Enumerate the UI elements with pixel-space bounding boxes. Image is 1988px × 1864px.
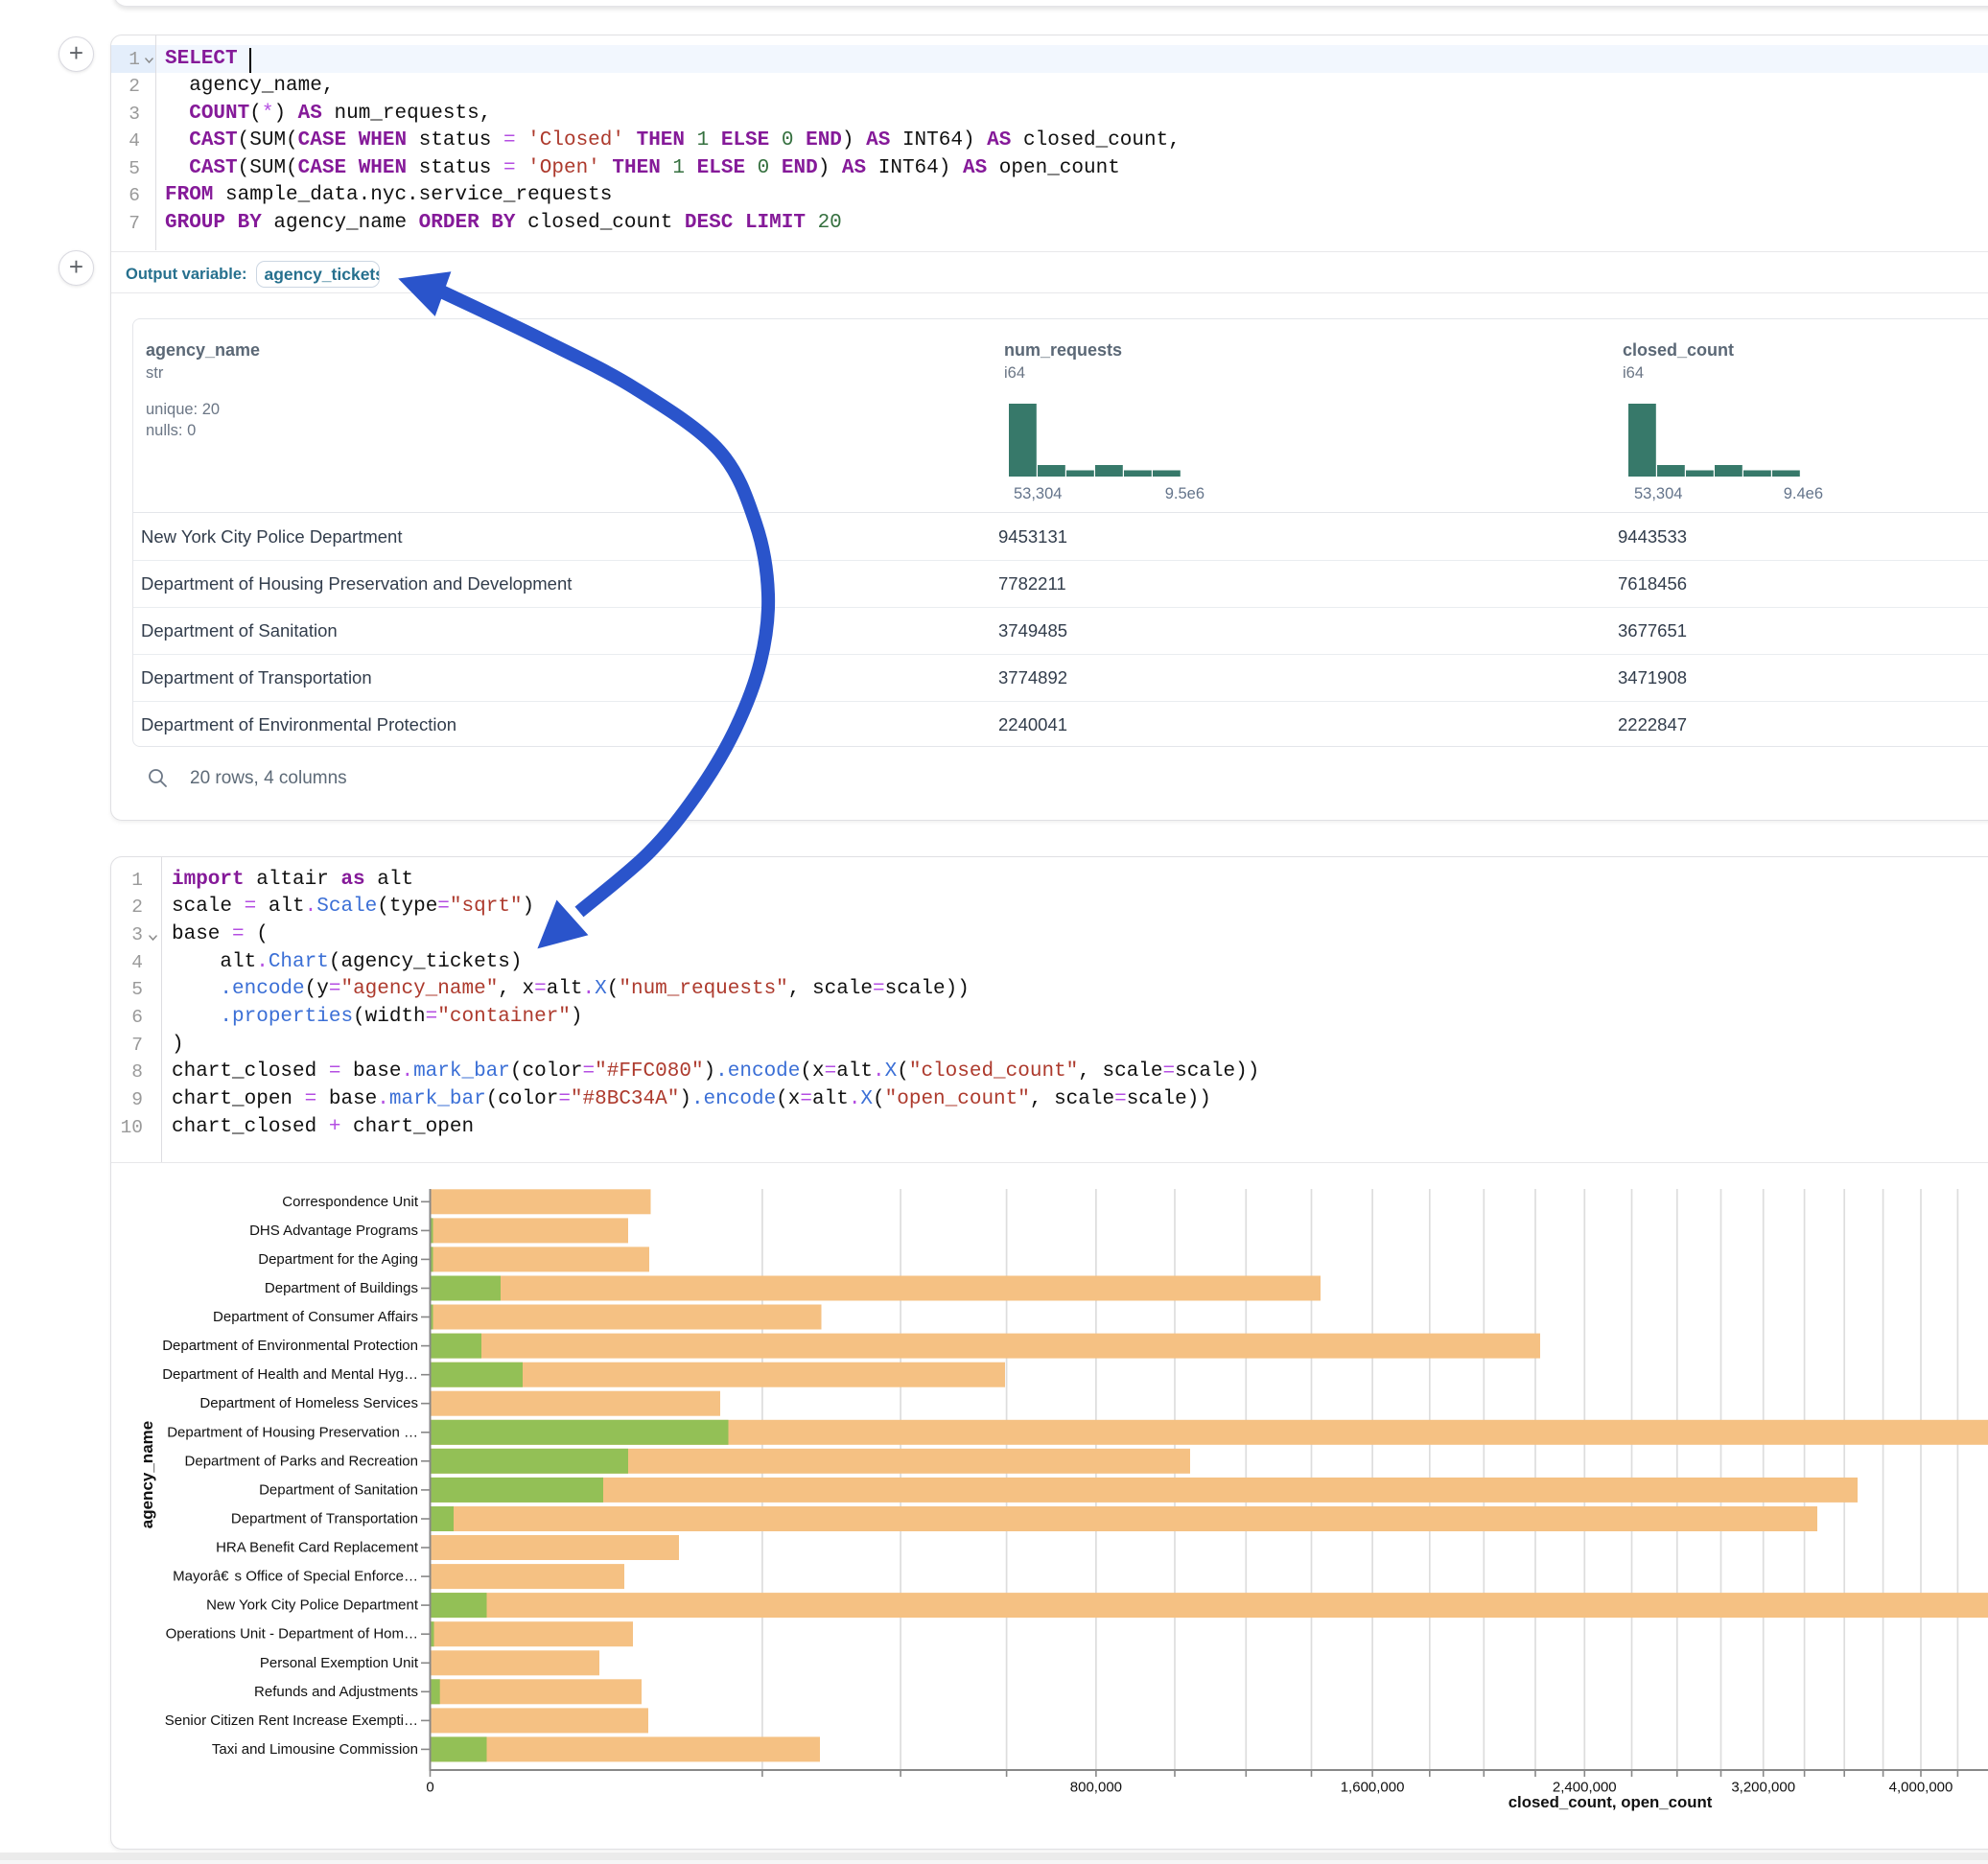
svg-text:Department of Parks and Recrea: Department of Parks and Recreation xyxy=(185,1453,418,1469)
svg-text:Department of Homeless Service: Department of Homeless Services xyxy=(199,1395,418,1411)
svg-text:Mayorâ€ s Office of Special E: Mayorâ€ s Office of Special Enforce… xyxy=(173,1569,418,1585)
svg-text:HRA Benefit Card Replacement: HRA Benefit Card Replacement xyxy=(216,1540,419,1556)
svg-text:800,000: 800,000 xyxy=(1070,1780,1122,1796)
svg-text:Department of Housing Preserva: Department of Housing Preservation … xyxy=(167,1424,418,1440)
svg-text:4,000,000: 4,000,000 xyxy=(1889,1780,1953,1796)
svg-text:agency_name: agency_name xyxy=(138,1421,156,1528)
svg-text:Correspondence Unit: Correspondence Unit xyxy=(282,1194,419,1210)
svg-text:Refunds and Adjustments: Refunds and Adjustments xyxy=(254,1684,418,1700)
svg-text:Department of Consumer Affairs: Department of Consumer Affairs xyxy=(213,1309,418,1325)
svg-text:closed_count, open_count: closed_count, open_count xyxy=(1509,1793,1713,1811)
svg-text:Senior Citizen Rent Increase E: Senior Citizen Rent Increase Exempti… xyxy=(165,1713,418,1729)
svg-text:Department for the Aging: Department for the Aging xyxy=(258,1251,418,1268)
svg-text:Department of Environmental Pr: Department of Environmental Protection xyxy=(162,1338,418,1354)
svg-text:Department of Health and Menta: Department of Health and Mental Hyg… xyxy=(162,1366,418,1383)
svg-text:Department of Sanitation: Department of Sanitation xyxy=(259,1481,418,1498)
svg-text:3,200,000: 3,200,000 xyxy=(1731,1780,1795,1796)
svg-text:Taxi and Limousine Commission: Taxi and Limousine Commission xyxy=(212,1741,418,1758)
svg-text:Department of Buildings: Department of Buildings xyxy=(265,1280,418,1296)
svg-text:Operations Unit - Department o: Operations Unit - Department of Hom… xyxy=(166,1626,418,1643)
svg-text:Personal Exemption Unit: Personal Exemption Unit xyxy=(260,1655,419,1671)
svg-text:DHS Advantage Programs: DHS Advantage Programs xyxy=(249,1223,418,1239)
svg-text:1,600,000: 1,600,000 xyxy=(1341,1780,1405,1796)
svg-text:0: 0 xyxy=(426,1780,433,1796)
svg-text:New York City Police Departmen: New York City Police Department xyxy=(206,1597,419,1614)
svg-text:Department of Transportation: Department of Transportation xyxy=(231,1511,418,1527)
